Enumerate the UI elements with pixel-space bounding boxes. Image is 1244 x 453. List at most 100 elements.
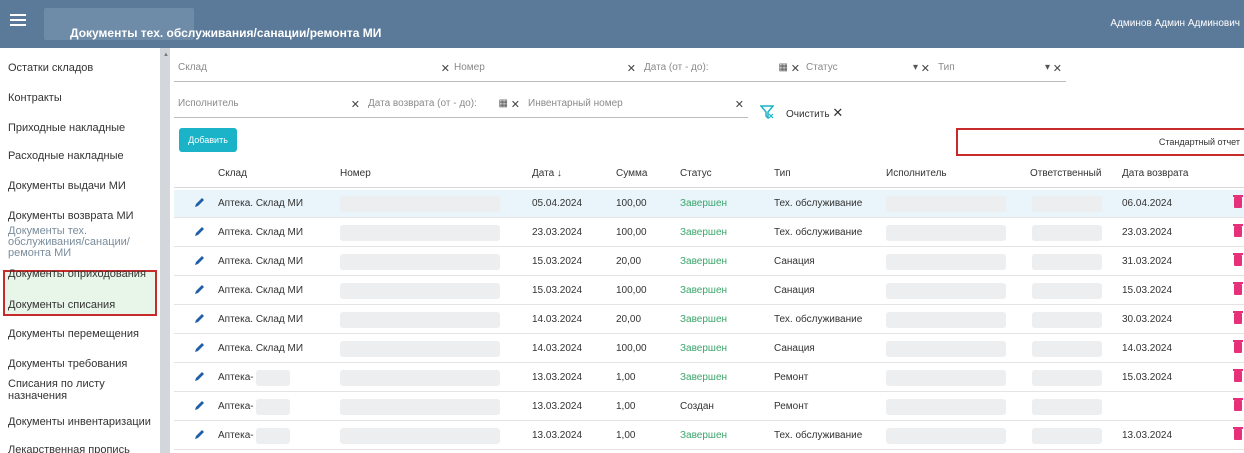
sidebar-item-maintenance-docs[interactable]: Документы тех. обслуживания/санации/ рем… <box>8 226 160 259</box>
clear-icon[interactable]: ✕ <box>735 98 744 111</box>
table-row[interactable]: Аптека. Склад МИ 05.04.2024 100,00 Завершен… <box>174 190 1244 218</box>
scroll-up-icon[interactable]: ▲ <box>163 52 169 58</box>
clear-icon[interactable]: ✕ <box>441 62 450 75</box>
sidebar-scrollbar[interactable] <box>160 48 170 453</box>
redacted-responsible <box>1032 370 1102 386</box>
table-row[interactable]: Аптека. Склад МИ 14.03.2024 100,00 Завершен… <box>174 335 1244 363</box>
redacted-responsible <box>1032 225 1102 241</box>
cell-sum: 20,00 <box>616 256 642 267</box>
cell-date: 15.03.2024 <box>532 256 583 267</box>
status-badge: Завершен <box>680 198 728 209</box>
cell-sum: 1,00 <box>616 430 636 441</box>
table-row[interactable]: Аптека. Склад МИ 15.03.2024 20,00 Завершен С… <box>174 248 1244 276</box>
redacted-executor <box>886 399 1006 415</box>
table-row[interactable]: Аптека- 13.03.2024 1,00 Завершен Ремонт 15.03… <box>174 364 1244 392</box>
col-number[interactable]: Номер <box>340 168 371 179</box>
table-row[interactable]: Аптека. Склад МИ 23.03.2024 100,00 Завершен… <box>174 219 1244 247</box>
clear-filters-button[interactable]: Очистить ✕ <box>786 105 843 121</box>
redacted-text <box>256 370 290 386</box>
edit-pencil-icon[interactable] <box>193 226 205 238</box>
sidebar-item-outgoing-invoices[interactable]: Расходные накладные <box>8 150 160 162</box>
calendar-icon[interactable]: ▦ <box>499 98 508 109</box>
table-row[interactable]: Аптека. Склад МИ 14.03.2024 20,00 Завершен Т… <box>174 306 1244 334</box>
cell-type: Тех. обслуживание <box>774 198 863 209</box>
delete-trash-icon[interactable] <box>1233 398 1243 411</box>
clear-icon[interactable]: ✕ <box>627 62 636 75</box>
number-filter[interactable]: Номер ✕ <box>450 58 640 82</box>
dropdown-icon[interactable]: ▾ <box>913 62 918 73</box>
calendar-icon[interactable]: ▦ <box>779 62 788 73</box>
col-executor[interactable]: Исполнитель <box>886 168 947 179</box>
edit-pencil-icon[interactable] <box>193 429 205 441</box>
sidebar-item-inventory-docs[interactable]: Документы инвентаризации <box>8 416 160 428</box>
status-badge: Завершен <box>680 430 728 441</box>
clear-icon[interactable]: ✕ <box>791 62 800 75</box>
edit-pencil-icon[interactable] <box>193 197 205 209</box>
date-range-filter[interactable]: Дата (от - до): ▦ ✕ <box>640 58 804 82</box>
edit-pencil-icon[interactable] <box>193 371 205 383</box>
cell-sum: 100,00 <box>616 198 647 209</box>
col-type[interactable]: Тип <box>774 168 791 179</box>
cell-date: 15.03.2024 <box>532 285 583 296</box>
col-date[interactable]: Дата ↓ <box>532 168 562 179</box>
sidebar-item-contracts[interactable]: Контракты <box>8 92 160 104</box>
table-row[interactable]: Аптека- 13.03.2024 1,00 Завершен Тех. обслуж… <box>174 422 1244 450</box>
clear-icon[interactable]: ✕ <box>921 62 930 75</box>
sidebar-item-writeoff-docs[interactable]: Документы списания <box>8 299 160 311</box>
sidebar-item-receipt-docs[interactable]: Документы оприходования <box>8 268 160 280</box>
delete-trash-icon[interactable] <box>1233 427 1243 440</box>
clear-icon[interactable]: ✕ <box>511 98 520 111</box>
hamburger-menu-icon[interactable] <box>10 14 26 28</box>
sidebar-item-requirement-docs[interactable]: Документы требования <box>8 358 160 370</box>
sidebar-item-transfer-docs[interactable]: Документы перемещения <box>8 328 160 340</box>
col-return-date[interactable]: Дата возврата <box>1122 168 1188 179</box>
filter-clear-icon[interactable] <box>760 105 774 119</box>
redacted-responsible <box>1032 341 1102 357</box>
delete-trash-icon[interactable] <box>1233 282 1243 295</box>
col-responsible[interactable]: Ответственный <box>1030 168 1101 179</box>
sidebar-item-incoming-invoices[interactable]: Приходные накладные <box>8 122 160 134</box>
delete-trash-icon[interactable] <box>1233 369 1243 382</box>
user-name[interactable]: Админов Админ Админович <box>1110 18 1240 29</box>
cell-return-date: 23.03.2024 <box>1122 227 1173 238</box>
standard-report-button[interactable]: Стандартный отчет <box>956 128 1244 156</box>
edit-pencil-icon[interactable] <box>193 255 205 267</box>
delete-trash-icon[interactable] <box>1233 195 1243 208</box>
cell-sum: 100,00 <box>616 227 647 238</box>
sidebar-item-return-docs[interactable]: Документы возврата МИ <box>8 210 160 222</box>
cell-warehouse: Аптека- <box>218 372 254 383</box>
table-row[interactable]: Аптека- 13.03.2024 1,00 Создан Ремонт <box>174 393 1244 421</box>
sidebar-item-issue-docs[interactable]: Документы выдачи МИ <box>8 180 160 192</box>
type-filter[interactable]: Тип ▾ ✕ <box>934 58 1066 82</box>
edit-pencil-icon[interactable] <box>193 342 205 354</box>
delete-trash-icon[interactable] <box>1233 311 1243 324</box>
sidebar-item-warehouse-stock[interactable]: Остатки складов <box>8 62 160 74</box>
clear-icon[interactable]: ✕ <box>351 98 360 111</box>
warehouse-filter[interactable]: Склад ✕ <box>174 58 454 82</box>
redacted-responsible <box>1032 428 1102 444</box>
delete-trash-icon[interactable] <box>1233 340 1243 353</box>
col-sum[interactable]: Сумма <box>616 168 647 179</box>
col-warehouse[interactable]: Склад <box>218 168 247 179</box>
edit-pencil-icon[interactable] <box>193 284 205 296</box>
cell-return-date: 31.03.2024 <box>1122 256 1173 267</box>
status-badge: Завершен <box>680 343 728 354</box>
executor-filter[interactable]: Исполнитель ✕ <box>174 94 364 118</box>
table-row[interactable]: Аптека. Склад МИ 15.03.2024 100,00 Завершен… <box>174 277 1244 305</box>
edit-pencil-icon[interactable] <box>193 313 205 325</box>
status-filter[interactable]: Статус ▾ ✕ <box>802 58 934 82</box>
cell-warehouse: Аптека. Склад МИ <box>218 198 304 209</box>
dropdown-icon[interactable]: ▾ <box>1045 62 1050 73</box>
add-button[interactable]: Добавить <box>179 128 237 152</box>
edit-pencil-icon[interactable] <box>193 400 205 412</box>
col-status[interactable]: Статус <box>680 168 712 179</box>
inventory-number-filter[interactable]: Инвентарный номер ✕ <box>524 94 748 118</box>
delete-trash-icon[interactable] <box>1233 224 1243 237</box>
clear-icon[interactable]: ✕ <box>1053 62 1062 75</box>
redacted-number <box>340 225 500 241</box>
sidebar-item-drug-prescription[interactable]: Лекарственная пропись <box>8 444 160 453</box>
sidebar-item-prescription-writeoffs[interactable]: Списания по листу назначения <box>8 378 160 402</box>
cell-warehouse: Аптека. Склад МИ <box>218 285 304 296</box>
return-date-filter[interactable]: Дата возврата (от - до): ▦ ✕ <box>364 94 524 118</box>
delete-trash-icon[interactable] <box>1233 253 1243 266</box>
